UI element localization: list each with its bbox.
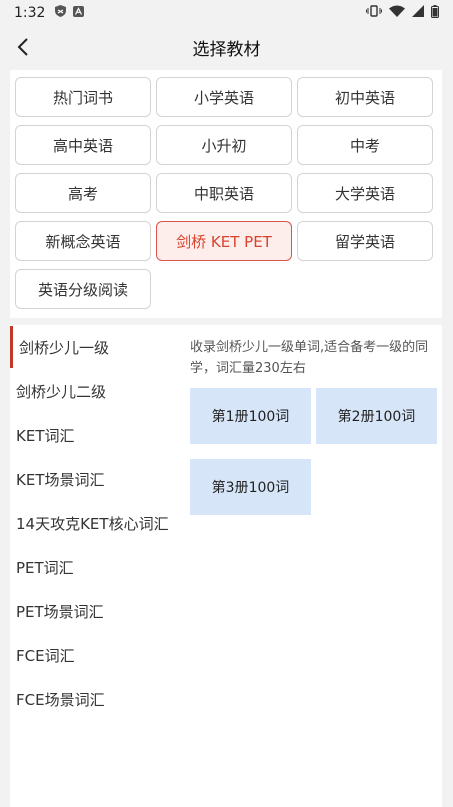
category-6[interactable]: 高考	[15, 173, 151, 213]
sidebar-item-5[interactable]: PET词汇	[10, 545, 180, 589]
signal-icon	[412, 5, 424, 21]
sidebar-item-8[interactable]: FCE场景词汇	[10, 677, 180, 721]
sidebar-item-1[interactable]: 剑桥少儿二级	[10, 369, 180, 413]
sidebar-item-4[interactable]: 14天攻克KET核心词汇	[10, 501, 180, 545]
app-header: 选择教材	[0, 26, 453, 68]
back-button[interactable]	[10, 34, 36, 60]
category-8[interactable]: 大学英语	[297, 173, 433, 213]
book-volume-1[interactable]: 第1册100词	[190, 388, 311, 444]
sidebar-item-2[interactable]: KET词汇	[10, 413, 180, 457]
book-selection-panel: 剑桥少儿一级 剑桥少儿二级 KET词汇 KET场景词汇 14天攻克KET核心词汇 PET词…	[10, 325, 442, 807]
book-series-sidebar: 剑桥少儿一级 剑桥少儿二级 KET词汇 KET场景词汇 14天攻克KET核心词汇 PET词…	[10, 325, 180, 807]
category-0[interactable]: 热门词书	[15, 77, 151, 117]
category-9[interactable]: 新概念英语	[15, 221, 151, 261]
category-1[interactable]: 小学英语	[156, 77, 292, 117]
category-2[interactable]: 初中英语	[297, 77, 433, 117]
category-11[interactable]: 留学英语	[297, 221, 433, 261]
app-notification-icon	[73, 5, 85, 21]
category-5[interactable]: 中考	[297, 125, 433, 165]
sidebar-item-3[interactable]: KET场景词汇	[10, 457, 180, 501]
sidebar-item-0[interactable]: 剑桥少儿一级	[10, 325, 180, 369]
book-volume-grid: 第1册100词 第2册100词 第3册100词	[190, 388, 438, 515]
page-title: 选择教材	[192, 39, 261, 60]
category-7[interactable]: 中职英语	[156, 173, 292, 213]
category-10[interactable]: 剑桥 KET PET	[156, 221, 292, 261]
category-grid: 热门词书 小学英语 初中英语高中英语 小升初 中考高考 中职英语 大学英语新概念英语 剑桥 K…	[10, 70, 442, 318]
status-time: 1:32	[14, 5, 46, 21]
wifi-icon	[389, 5, 405, 21]
sidebar-item-7[interactable]: FCE词汇	[10, 633, 180, 677]
book-volume-3[interactable]: 第3册100词	[190, 459, 311, 515]
book-content: 收录剑桥少儿一级单词,适合备考一级的同学，词汇量230左右 第1册100词 第2册…	[190, 337, 438, 515]
category-12[interactable]: 英语分级阅读	[15, 269, 151, 309]
sidebar-item-6[interactable]: PET场景词汇	[10, 589, 180, 633]
category-4[interactable]: 小升初	[156, 125, 292, 165]
chevron-left-icon	[17, 38, 28, 56]
status-bar: 1:32	[0, 0, 453, 26]
category-3[interactable]: 高中英语	[15, 125, 151, 165]
book-description: 收录剑桥少儿一级单词,适合备考一级的同学，词汇量230左右	[190, 340, 429, 376]
shield-notification-icon	[55, 5, 67, 21]
battery-icon	[431, 4, 439, 22]
vibrate-icon	[366, 5, 382, 21]
book-volume-2[interactable]: 第2册100词	[316, 388, 437, 444]
